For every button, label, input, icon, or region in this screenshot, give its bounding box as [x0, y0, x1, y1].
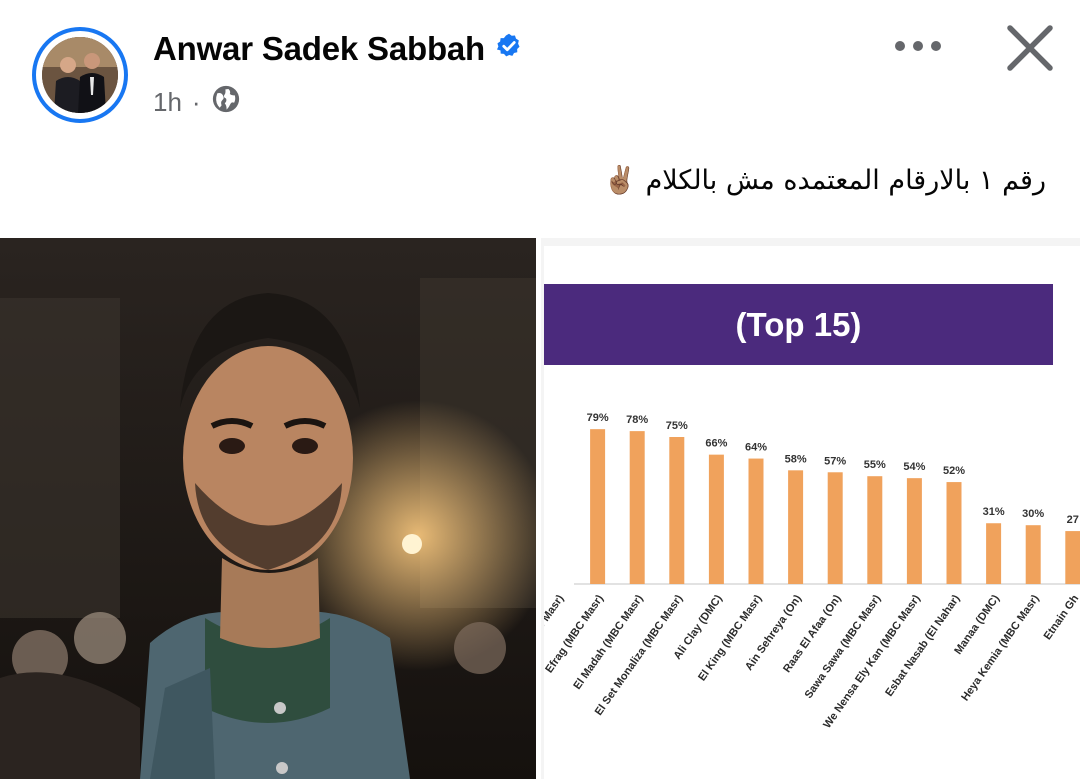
- chart-category-label: Sawa Sawa (MBC Masr): [803, 593, 884, 701]
- post-caption: رقم ١ بالارقام المعتمده مش بالكلام ✌🏽: [603, 165, 1046, 196]
- chart-data-label: 27: [1067, 514, 1079, 526]
- more-options-icon: [895, 41, 941, 51]
- bar-chart: (MBC Masr)79%Efrag (MBC Masr)78%El Madah…: [544, 412, 1080, 731]
- avatar[interactable]: [32, 27, 128, 123]
- author-name[interactable]: Anwar Sadek Sabbah: [153, 30, 485, 68]
- post-photo-chart[interactable]: (Top 15) (MBC Masr) 79% Efrag (MBC Masr) 78…: [541, 238, 1080, 779]
- post-meta: 1h ·: [153, 84, 241, 121]
- chart-bar: [986, 523, 1002, 584]
- author-row: Anwar Sadek Sabbah: [153, 30, 523, 68]
- chart-bar: [827, 472, 843, 584]
- chart-data-label: 64%: [745, 442, 767, 454]
- chart-slide: (Top 15) (MBC Masr) 79% Efrag (MBC Masr) 78…: [544, 246, 1080, 779]
- poster-image: [0, 238, 536, 779]
- chart-data-label: 57%: [824, 455, 846, 467]
- chart-data-label: 31%: [983, 506, 1005, 518]
- post-time[interactable]: 1h: [153, 87, 182, 118]
- chart-category-label: Esbat Nasab (El Nahar): [883, 593, 962, 699]
- chart-data-label: 52%: [943, 465, 965, 477]
- chart-data-label: 66%: [705, 438, 727, 450]
- chart-bar: [1065, 531, 1080, 584]
- chart-bar: [1025, 525, 1041, 584]
- chart-bar: [629, 431, 645, 584]
- chart-data-label: 79%: [587, 412, 609, 424]
- chart-bar: [788, 470, 804, 584]
- chart-bar: [669, 437, 685, 584]
- chart-category-label: Heya Kemia (MBC Masr): [959, 593, 1042, 704]
- chart-category-label: Etnain Gh: [1042, 593, 1080, 643]
- close-button[interactable]: [1000, 18, 1060, 78]
- verified-badge-icon: [495, 30, 523, 68]
- chart-bar: [708, 454, 724, 584]
- chart-bar: [748, 458, 764, 584]
- avatar-photo: [42, 37, 118, 113]
- chart-data-label: 55%: [864, 459, 886, 471]
- meta-separator: ·: [191, 87, 201, 117]
- post-photo-poster[interactable]: [0, 238, 536, 779]
- more-options-button[interactable]: [890, 28, 946, 64]
- globe-icon: [211, 84, 241, 121]
- avatar-image: [42, 37, 118, 113]
- chart-data-label: 78%: [626, 414, 648, 426]
- chart-data-label: 54%: [903, 461, 925, 473]
- post-header: Anwar Sadek Sabbah 1h ·: [0, 0, 1080, 140]
- chart-data-label: 75%: [666, 420, 688, 432]
- close-icon: [1007, 25, 1053, 71]
- chart-bar: [590, 429, 606, 584]
- chart-data-label: 30%: [1022, 508, 1044, 520]
- chart-category-label: El Madah (MBC Masr): [571, 593, 646, 692]
- chart-bar: [867, 476, 883, 584]
- chart-bar: [906, 478, 922, 584]
- chart-bar: [946, 482, 962, 584]
- chart-data-label: 58%: [785, 453, 807, 465]
